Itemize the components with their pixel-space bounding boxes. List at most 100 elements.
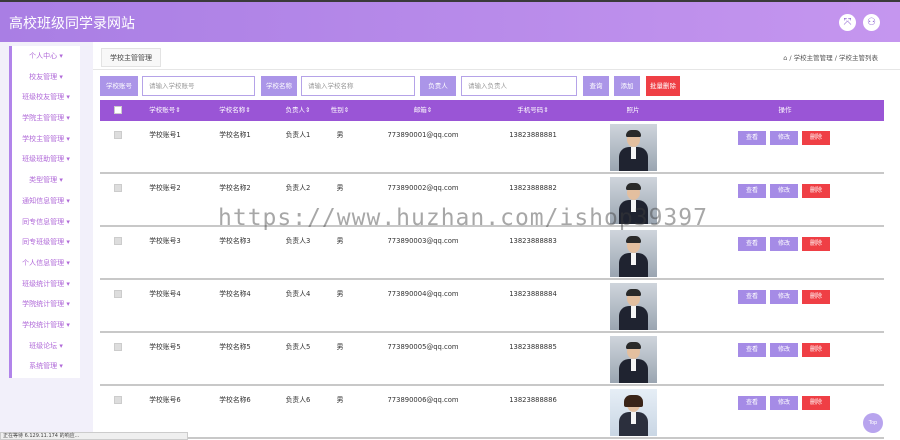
column-header[interactable]: 手机号码⇕	[478, 100, 588, 121]
delete-button[interactable]: 删除	[802, 237, 830, 251]
view-button[interactable]: 查看	[738, 131, 766, 145]
batch-delete-button[interactable]: 批量删除	[646, 76, 680, 96]
sidebar-item[interactable]: 学校统计管理 ▾	[12, 315, 80, 336]
sidebar-item-label: 学校主管管理	[22, 134, 65, 143]
cell-name: 学校名称3	[219, 237, 251, 245]
cell-gender: 男	[336, 290, 344, 298]
sidebar-item[interactable]: 个人信息管理 ▾	[12, 253, 80, 274]
delete-button[interactable]: 删除	[802, 290, 830, 304]
chevron-down-icon: ▾	[64, 196, 70, 205]
row-checkbox[interactable]	[114, 237, 122, 245]
sidebar-item[interactable]: 班级校友管理 ▾	[12, 87, 80, 108]
cell-name: 学校名称4	[219, 290, 251, 298]
cell-phone: 13823888881	[509, 131, 557, 139]
edit-button[interactable]: 修改	[770, 290, 798, 304]
name-search-input[interactable]: 请输入学校名称	[301, 76, 415, 96]
row-checkbox[interactable]	[114, 184, 122, 192]
chevron-down-icon: ▾	[64, 93, 70, 102]
edit-button[interactable]: 修改	[770, 184, 798, 198]
column-header[interactable]: 邮箱⇕	[368, 100, 478, 121]
table-row: 学校账号5 学校名称5 负责人5 男 773890005@qq.com 138238888…	[100, 334, 884, 386]
chevron-down-icon: ▾	[64, 114, 70, 123]
cell-account: 学校账号2	[149, 184, 181, 192]
sidebar-item-label: 个人中心	[29, 52, 58, 60]
chevron-down-icon: ▾	[57, 176, 63, 185]
sidebar-item-label: 个人信息管理	[22, 258, 65, 267]
chevron-down-icon: ▾	[57, 72, 63, 81]
edit-button[interactable]: 修改	[770, 396, 798, 410]
back-to-top-button[interactable]: Top	[863, 413, 883, 433]
view-button[interactable]: 查看	[738, 343, 766, 357]
row-checkbox[interactable]	[114, 290, 122, 298]
head-search-input[interactable]: 请输入负责人	[461, 76, 577, 96]
cell-phone: 13823888883	[509, 237, 557, 245]
sidebar-item-label: 同专班级管理	[22, 238, 65, 247]
query-button[interactable]: 查询	[583, 76, 609, 96]
sidebar-item[interactable]: 学院主管管理 ▾	[12, 108, 80, 129]
person-photo	[610, 283, 657, 330]
sidebar-item[interactable]: 系统管理 ▾	[12, 356, 80, 377]
add-button[interactable]: 添加	[614, 76, 640, 96]
column-header[interactable]: 学校名称⇕	[200, 100, 270, 121]
sidebar-item[interactable]: 个人中心 ▾	[12, 46, 80, 67]
tab-school-admin[interactable]: 学校主管管理	[101, 48, 161, 67]
sidebar-item[interactable]: 学院统计管理 ▾	[12, 294, 80, 315]
sidebar-item[interactable]: 学校主管管理 ▾	[12, 129, 80, 150]
home-icon[interactable]: ⌂	[783, 54, 787, 62]
cell-phone: 13823888884	[509, 290, 557, 298]
cell-name: 学校名称6	[219, 396, 251, 404]
fullscreen-icon[interactable]: ⤧	[839, 14, 856, 31]
delete-button[interactable]: 删除	[802, 396, 830, 410]
cell-account: 学校账号5	[149, 343, 181, 351]
column-header[interactable]: 学校账号⇕	[130, 100, 200, 121]
view-button[interactable]: 查看	[738, 290, 766, 304]
edit-button[interactable]: 修改	[770, 237, 798, 251]
view-button[interactable]: 查看	[738, 184, 766, 198]
user-icon[interactable]: ⚇	[863, 14, 880, 31]
sidebar-item-label: 校友管理	[29, 72, 58, 81]
account-search-input[interactable]: 请输入学校账号	[142, 76, 255, 96]
sidebar-item[interactable]: 班级统计管理 ▾	[12, 274, 80, 295]
cell-account: 学校账号3	[149, 237, 181, 245]
sidebar-item[interactable]: 同专班级管理 ▾	[12, 232, 80, 253]
person-photo	[610, 389, 657, 436]
select-all-checkbox[interactable]	[114, 106, 122, 114]
column-header[interactable]: 性别⇕	[322, 100, 358, 121]
sidebar-item[interactable]: 通知信息管理 ▾	[12, 191, 80, 212]
watermark: https://www.huzhan.com/ishop39397	[218, 205, 708, 231]
row-checkbox[interactable]	[114, 396, 122, 404]
delete-button[interactable]: 删除	[802, 184, 830, 198]
view-button[interactable]: 查看	[738, 396, 766, 410]
sidebar: 个人中心 ▾ 校友管理 ▾ 班级校友管理 ▾ 学院主管管理 ▾ 学校主管管理 ▾ 班级班助…	[9, 46, 80, 378]
cell-name: 学校名称1	[219, 131, 251, 139]
row-checkbox[interactable]	[114, 343, 122, 351]
sidebar-item[interactable]: 校友管理 ▾	[12, 67, 80, 88]
cell-gender: 男	[336, 396, 344, 404]
edit-button[interactable]: 修改	[770, 343, 798, 357]
status-bar: 正在等待 6.129.11.174 的响应...	[0, 432, 188, 440]
view-button[interactable]: 查看	[738, 237, 766, 251]
table-header: 学校账号⇕ 学校名称⇕ 负责人⇕ 性别⇕ 邮箱⇕ 手机号码⇕ 照片 操作	[100, 100, 884, 121]
sidebar-item[interactable]: 班级班助管理 ▾	[12, 149, 80, 170]
row-checkbox[interactable]	[114, 131, 122, 139]
sidebar-item[interactable]: 班级论坛 ▾	[12, 336, 80, 357]
chevron-down-icon: ▾	[64, 155, 70, 164]
cell-email: 773890004@qq.com	[387, 290, 459, 298]
sidebar-item-label: 班级论坛	[29, 341, 58, 350]
person-photo	[610, 230, 657, 277]
cell-account: 学校账号4	[149, 290, 181, 298]
cell-email: 773890005@qq.com	[387, 343, 459, 351]
chevron-down-icon: ▾	[64, 134, 70, 143]
cell-email: 773890001@qq.com	[387, 131, 459, 139]
sidebar-item-label: 学院主管管理	[22, 114, 65, 123]
sidebar-item[interactable]: 同专信息管理 ▾	[12, 212, 80, 233]
table-row: 学校账号6 学校名称6 负责人6 男 773890006@qq.com 138238888…	[100, 387, 884, 439]
sidebar-item-label: 同专信息管理	[22, 217, 65, 226]
cell-gender: 男	[336, 131, 344, 139]
sidebar-item-label: 班级校友管理	[22, 93, 65, 102]
edit-button[interactable]: 修改	[770, 131, 798, 145]
sidebar-item[interactable]: 类型管理 ▾	[12, 170, 80, 191]
column-header: 操作	[778, 106, 792, 114]
delete-button[interactable]: 删除	[802, 131, 830, 145]
delete-button[interactable]: 删除	[802, 343, 830, 357]
